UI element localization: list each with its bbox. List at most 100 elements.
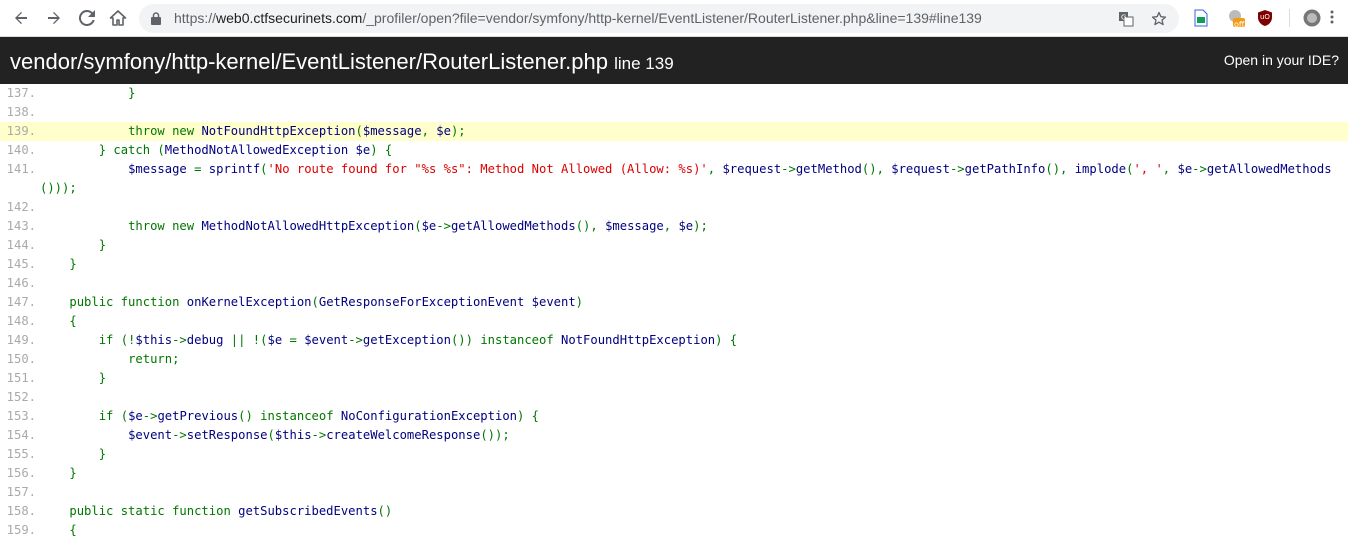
code-token: { bbox=[40, 314, 77, 328]
open-in-ide-link[interactable]: Open in your IDE? bbox=[1224, 52, 1339, 68]
code-line: 149. if (!$this->debug || !($e = $event-… bbox=[0, 331, 1348, 350]
code-token: if (! bbox=[40, 333, 136, 347]
code-line: 143. throw new MethodNotAllowedHttpExcep… bbox=[0, 217, 1348, 236]
code-token: public function bbox=[40, 295, 187, 309]
code-text: public function onKernelException(GetRes… bbox=[40, 293, 1338, 312]
code-viewer: 137. } 138. 139. throw new NotFoundHttpExc… bbox=[0, 84, 1348, 537]
code-token: $e bbox=[436, 124, 451, 138]
ublock-label: uO bbox=[1260, 13, 1270, 21]
code-token: ()) instanceof bbox=[450, 333, 562, 347]
code-line: 138. bbox=[0, 103, 1348, 122]
code-line: 153. if ($e->getPrevious() instanceof No… bbox=[0, 407, 1348, 426]
code-token: $this bbox=[135, 333, 173, 347]
code-token: return; bbox=[40, 352, 180, 366]
code-line: 152. bbox=[0, 388, 1348, 407]
line-number: 149. bbox=[6, 333, 36, 347]
star-icon[interactable] bbox=[1150, 10, 1168, 28]
code-token: ) bbox=[575, 295, 584, 309]
code-token: ); bbox=[450, 124, 466, 138]
code-token: $e bbox=[128, 409, 143, 423]
code-token: || !( bbox=[230, 333, 268, 347]
code-token: ())); bbox=[40, 181, 77, 195]
url-host: web0.ctfsecurinets.com bbox=[216, 10, 363, 26]
code-token: -> bbox=[1192, 162, 1207, 176]
code-line: 141. $message = sprintf('No route found … bbox=[0, 160, 1348, 198]
code-token: NotFoundHttpException bbox=[201, 124, 356, 138]
line-number: 143. bbox=[6, 219, 36, 233]
line-number: 155. bbox=[6, 447, 36, 461]
code-token: ( bbox=[267, 428, 275, 442]
code-token: -> bbox=[348, 333, 363, 347]
code-line: 156. } bbox=[0, 464, 1348, 483]
code-token: 'No route found for "%s %s": Method Not … bbox=[267, 162, 708, 176]
line-number: 153. bbox=[6, 409, 36, 423]
code-text: public static function getSubscribedEven… bbox=[40, 502, 1338, 521]
code-token: ) { bbox=[370, 143, 393, 157]
url-scheme: https:// bbox=[174, 10, 217, 26]
code-token: () bbox=[377, 504, 393, 518]
code-token: getSubscribedEvents bbox=[238, 504, 378, 518]
code-token: getPathInfo bbox=[964, 162, 1046, 176]
code-token: (), bbox=[575, 219, 606, 233]
code-token: ( bbox=[260, 162, 268, 176]
translate-icon[interactable]: G bbox=[1117, 10, 1135, 28]
back-icon[interactable] bbox=[9, 6, 33, 30]
line-number: 137. bbox=[6, 86, 36, 100]
lock-icon[interactable] bbox=[151, 12, 161, 25]
code-token: ()); bbox=[480, 428, 510, 442]
code-line: 145. } bbox=[0, 255, 1348, 274]
code-token: sprintf bbox=[208, 162, 261, 176]
code-token: getException bbox=[362, 333, 451, 347]
code-token: , bbox=[1162, 162, 1178, 176]
code-token: ) { bbox=[517, 409, 540, 423]
code-token: $event bbox=[128, 428, 173, 442]
code-token: } bbox=[40, 447, 107, 461]
code-token: (), bbox=[861, 162, 892, 176]
code-text: if (!$this->debug || !($e = $event->getE… bbox=[40, 331, 1338, 350]
code-line: 159. { bbox=[0, 521, 1348, 537]
code-line: 155. } bbox=[0, 445, 1348, 464]
address-bar[interactable]: https://web0.ctfsecurinets.com/_profiler… bbox=[139, 4, 1179, 33]
code-token: MethodNotAllowedException $e bbox=[164, 143, 371, 157]
browser-toolbar: https://web0.ctfsecurinets.com/_profiler… bbox=[0, 0, 1348, 37]
line-number: 138. bbox=[6, 105, 36, 119]
spreadsheet-extension-icon[interactable] bbox=[1193, 9, 1211, 27]
code-token: $event bbox=[304, 333, 349, 347]
line-number: 151. bbox=[6, 371, 36, 385]
code-text: } bbox=[40, 369, 1338, 388]
code-token: } bbox=[40, 466, 77, 480]
line-number: 154. bbox=[6, 428, 36, 442]
code-token: ); bbox=[693, 219, 708, 233]
code-token: NotFoundHttpException bbox=[561, 333, 716, 347]
code-line: 148. { bbox=[0, 312, 1348, 331]
profile-avatar-icon[interactable] bbox=[1302, 9, 1321, 27]
menu-kebab-icon[interactable] bbox=[1330, 9, 1338, 27]
code-token: ( bbox=[355, 124, 363, 138]
code-token: $message bbox=[362, 124, 422, 138]
code-token: = bbox=[289, 333, 305, 347]
forward-icon[interactable] bbox=[42, 6, 66, 30]
code-token: getPrevious bbox=[157, 409, 239, 423]
code-token: ( bbox=[311, 295, 319, 309]
code-token: , bbox=[663, 219, 679, 233]
code-text: } bbox=[40, 84, 1338, 103]
code-token: = bbox=[194, 162, 209, 176]
code-token: -> bbox=[311, 428, 327, 442]
code-line: 157. bbox=[0, 483, 1348, 502]
code-token: (), bbox=[1045, 162, 1075, 176]
reload-icon[interactable] bbox=[75, 6, 99, 30]
code-text: } bbox=[40, 464, 1338, 483]
line-number: 147. bbox=[6, 295, 36, 309]
code-line: 144. } bbox=[0, 236, 1348, 255]
code-token: public static function bbox=[40, 504, 239, 518]
code-token: implode bbox=[1074, 162, 1127, 176]
code-line: 142. bbox=[0, 198, 1348, 217]
code-token: $request bbox=[722, 162, 782, 176]
code-token: getAllowedMethods bbox=[450, 219, 576, 233]
line-number: 157. bbox=[6, 485, 36, 499]
home-icon[interactable] bbox=[106, 6, 130, 30]
code-line: 150. return; bbox=[0, 350, 1348, 369]
code-token: $e bbox=[1177, 162, 1193, 176]
code-text: if ($e->getPrevious() instanceof NoConfi… bbox=[40, 407, 1338, 426]
